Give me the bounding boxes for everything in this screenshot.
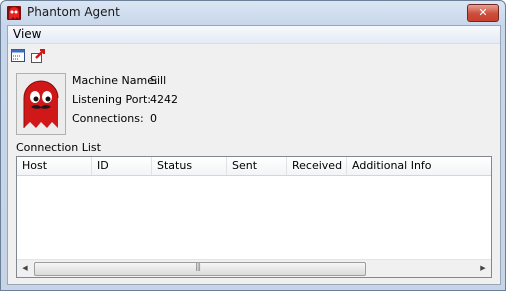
- scroll-right-arrow-icon[interactable]: ▶: [475, 260, 491, 277]
- grip-icon: [195, 262, 200, 271]
- column-header-host[interactable]: Host: [17, 157, 92, 175]
- connection-list[interactable]: Host ID Status Sent Received Additional …: [16, 156, 492, 278]
- column-header-additional-info[interactable]: Additional Info: [347, 157, 491, 175]
- listening-port-value: 4242: [150, 93, 178, 106]
- scrollbar-thumb[interactable]: [34, 262, 366, 276]
- horizontal-scrollbar[interactable]: ◀ ▶: [17, 259, 491, 277]
- menu-view[interactable]: View: [11, 27, 43, 41]
- column-header-id[interactable]: ID: [92, 157, 152, 175]
- client-area: View Machine Name: Sill Listening Port: …: [7, 25, 501, 285]
- listening-port-label: Listening Port:: [72, 93, 151, 106]
- machine-name-value: Sill: [150, 74, 167, 87]
- app-window: Phantom Agent ✕ View Machine Name: Sill …: [0, 0, 506, 291]
- machine-name-label: Machine Name:: [72, 74, 158, 87]
- connection-list-label: Connection List: [16, 141, 101, 154]
- close-button[interactable]: ✕: [467, 4, 499, 22]
- window-title: Phantom Agent: [27, 5, 120, 19]
- column-header-received[interactable]: Received: [287, 157, 347, 175]
- ghost-app-icon: [6, 5, 22, 21]
- connections-value: 0: [150, 112, 157, 125]
- column-header-sent[interactable]: Sent: [227, 157, 287, 175]
- menu-bar: View: [8, 26, 500, 44]
- ghost-avatar: [16, 73, 66, 135]
- title-bar[interactable]: Phantom Agent ✕: [1, 1, 505, 25]
- properties-icon[interactable]: [10, 48, 26, 64]
- close-icon: ✕: [478, 6, 488, 19]
- column-header-status[interactable]: Status: [152, 157, 227, 175]
- disconnect-icon[interactable]: [30, 48, 46, 64]
- scroll-left-arrow-icon[interactable]: ◀: [17, 260, 33, 277]
- connections-label: Connections:: [72, 112, 144, 125]
- list-header: Host ID Status Sent Received Additional …: [17, 157, 491, 176]
